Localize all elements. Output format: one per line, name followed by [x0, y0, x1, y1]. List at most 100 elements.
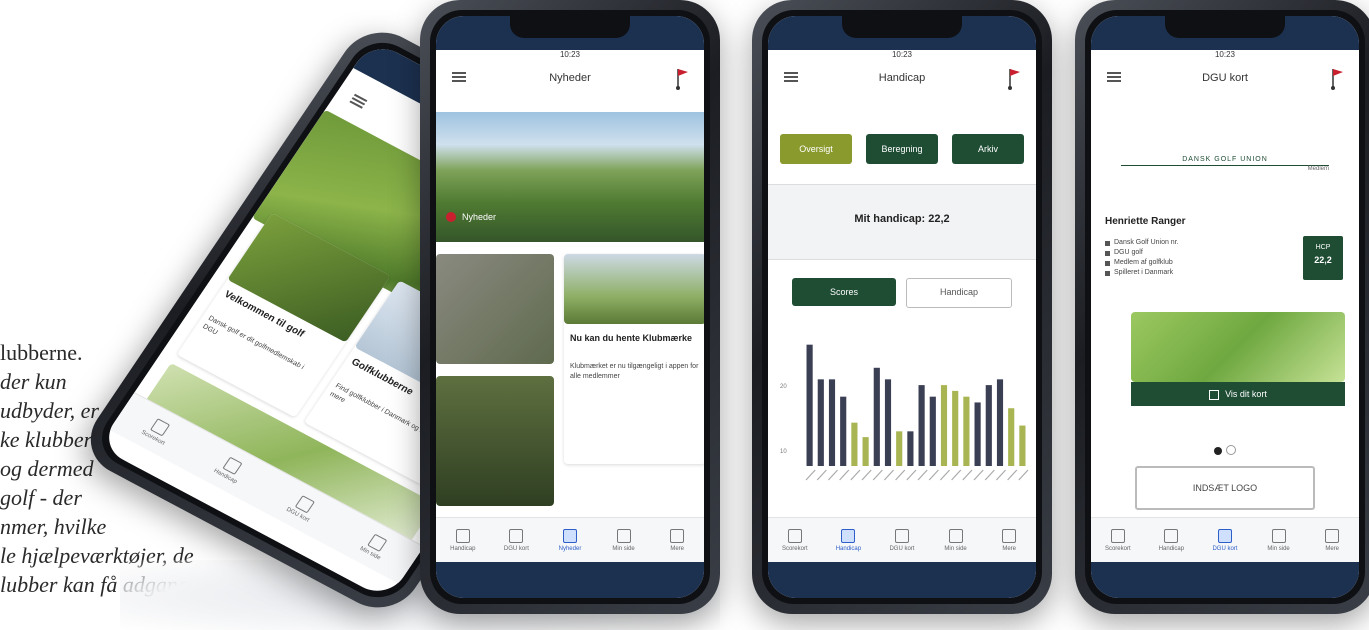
chart-bar	[907, 431, 914, 466]
bullet-icon	[1105, 260, 1110, 266]
golf-flag-icon[interactable]	[1004, 66, 1022, 90]
nav-handicap[interactable]: Handicap	[824, 528, 872, 552]
nav-min-side[interactable]: Min side	[600, 528, 648, 552]
dot-active[interactable]	[1214, 447, 1222, 455]
news-image-left[interactable]	[436, 254, 554, 364]
x-tick-label	[1018, 469, 1029, 481]
carousel-dots	[1091, 442, 1359, 460]
nav-nyheder[interactable]: Nyheder	[546, 528, 594, 552]
scorecard-icon	[787, 528, 802, 543]
x-tick-label	[951, 469, 962, 481]
nav-min-side[interactable]: Min side	[347, 525, 402, 567]
nav-handicap[interactable]: Handicap	[439, 528, 487, 552]
phone-bezel: 10:23 DGU kort DANSK GOLF UNION Medlem H…	[1085, 10, 1365, 604]
detail-text: Spilleret i Danmark	[1114, 269, 1174, 276]
nav-label: Mere	[1002, 545, 1016, 552]
nav-label: Nyheder	[558, 545, 582, 552]
home-indicator-bar	[1091, 562, 1359, 598]
x-tick-label	[872, 469, 883, 481]
chart-bar	[1019, 425, 1026, 466]
menu-icon[interactable]	[784, 70, 798, 84]
tab-beregning[interactable]: Beregning	[866, 134, 938, 164]
nav-label: DGU kort	[1212, 545, 1238, 552]
hero-image[interactable]	[436, 112, 704, 242]
nav-label: Scorekort	[781, 545, 808, 552]
nav-dgu-kort[interactable]: DGU kort	[1201, 528, 1249, 552]
home-icon	[1271, 528, 1286, 543]
nav-min-side[interactable]: Min side	[932, 528, 980, 552]
hcp-badge: HCP 22,2	[1303, 236, 1343, 280]
nav-scorekort[interactable]: Scorekort	[771, 528, 819, 552]
bottom-nav: Scorekort Handicap DGU kort Min side Mer…	[1091, 517, 1359, 562]
x-tick-label	[883, 469, 895, 481]
card-text: Dansk golf er dit golfmedlemskab i DGU	[201, 314, 306, 371]
golf-flag-icon[interactable]	[1327, 66, 1345, 90]
handicap-value: Mit handicap: 22,2	[854, 213, 950, 225]
hcp-label: HCP	[1315, 244, 1331, 251]
course-banner-image[interactable]	[1131, 312, 1345, 382]
forest-image[interactable]	[436, 376, 554, 506]
menu-icon[interactable]	[348, 92, 368, 110]
add-logo-button[interactable]: INDSÆT LOGO	[1135, 466, 1315, 510]
status-time: 10:23	[1214, 50, 1236, 59]
nav-mere[interactable]: Mere	[1308, 528, 1356, 552]
nav-scorekort[interactable]: Scorekort	[130, 410, 185, 452]
chart-bar	[963, 396, 970, 466]
member-details: Dansk Golf Union nr. DGU golf Medlem af …	[1105, 238, 1265, 278]
phone-screen: 10:23 Nyheder Nyheder Nu kan du hente Kl…	[436, 16, 704, 598]
bullet-icon	[1105, 250, 1110, 256]
nav-dgu-kort[interactable]: DGU kort	[878, 528, 926, 552]
y-tick-label: 10	[780, 449, 787, 455]
chart-bar	[940, 385, 948, 466]
x-tick-label	[917, 469, 928, 481]
dot[interactable]	[1226, 445, 1236, 455]
nav-label: Min side	[1267, 545, 1290, 552]
hero-caption: Nyheder	[446, 212, 496, 222]
menu-icon[interactable]	[1107, 70, 1121, 84]
nav-mere[interactable]: Mere	[653, 528, 701, 552]
detail-row: Dansk Golf Union nr.	[1105, 238, 1265, 248]
nav-min-side[interactable]: Min side	[1255, 528, 1303, 552]
chart-bar	[996, 379, 1004, 466]
org-header: DANSK GOLF UNION Medlem	[1121, 156, 1329, 172]
tab-oversigt[interactable]: Oversigt	[780, 134, 852, 164]
y-tick-label: 20	[780, 384, 787, 390]
toggle-handicap[interactable]: Handicap	[906, 278, 1012, 308]
nav-label: Min side	[944, 545, 967, 552]
news-card[interactable]: Nu kan du hente Klubmærke Klubmærket er …	[564, 254, 704, 464]
lock-icon	[1209, 389, 1220, 400]
nav-scorekort[interactable]: Scorekort	[1094, 528, 1142, 552]
nav-handicap[interactable]: Handicap	[1147, 528, 1195, 552]
nav-dgu-kort[interactable]: DGU kort	[275, 487, 330, 529]
tab-arkiv[interactable]: Arkiv	[952, 134, 1024, 164]
handicap-panel: Mit handicap: 22,2	[768, 184, 1036, 260]
nav-label: Mere	[670, 545, 684, 552]
chart-bar	[817, 379, 824, 466]
golf-flag-icon[interactable]	[672, 66, 690, 90]
nav-dgu-kort[interactable]: DGU kort	[492, 528, 540, 552]
detail-text: Medlem af golfklub	[1114, 259, 1173, 266]
nav-label: Handicap	[450, 545, 476, 552]
x-tick-label	[928, 469, 939, 481]
phone-dgu-kort: 10:23 DGU kort DANSK GOLF UNION Medlem H…	[1075, 0, 1369, 614]
status-time: 10:23	[559, 50, 581, 59]
nav-label: DGU kort	[503, 545, 529, 552]
nav-handicap[interactable]: Handicap	[203, 448, 258, 490]
chart-bar	[1008, 408, 1015, 466]
phone-handicap: 10:23 Handicap Oversigt Beregning Arkiv …	[752, 0, 1052, 614]
chart-bar	[985, 385, 992, 466]
home-icon	[948, 528, 963, 543]
detail-text: DGU golf	[1114, 249, 1143, 256]
show-card-button[interactable]: Vis dit kort	[1131, 382, 1345, 406]
x-tick-label	[973, 469, 984, 481]
nav-label: Handicap	[1158, 545, 1185, 552]
nav-mere[interactable]: Mere	[985, 528, 1033, 552]
phone-screen: 10:23 Handicap Oversigt Beregning Arkiv …	[768, 16, 1036, 598]
toggle-scores[interactable]: Scores	[792, 278, 896, 306]
nav-label: DGU kort	[889, 545, 915, 552]
menu-icon[interactable]	[452, 70, 466, 84]
nav-label: Handicap	[835, 545, 862, 552]
org-sub: Medlem	[1307, 166, 1329, 172]
phone-bezel: 10:23 Handicap Oversigt Beregning Arkiv …	[762, 10, 1042, 604]
scorecard-icon	[150, 417, 171, 437]
